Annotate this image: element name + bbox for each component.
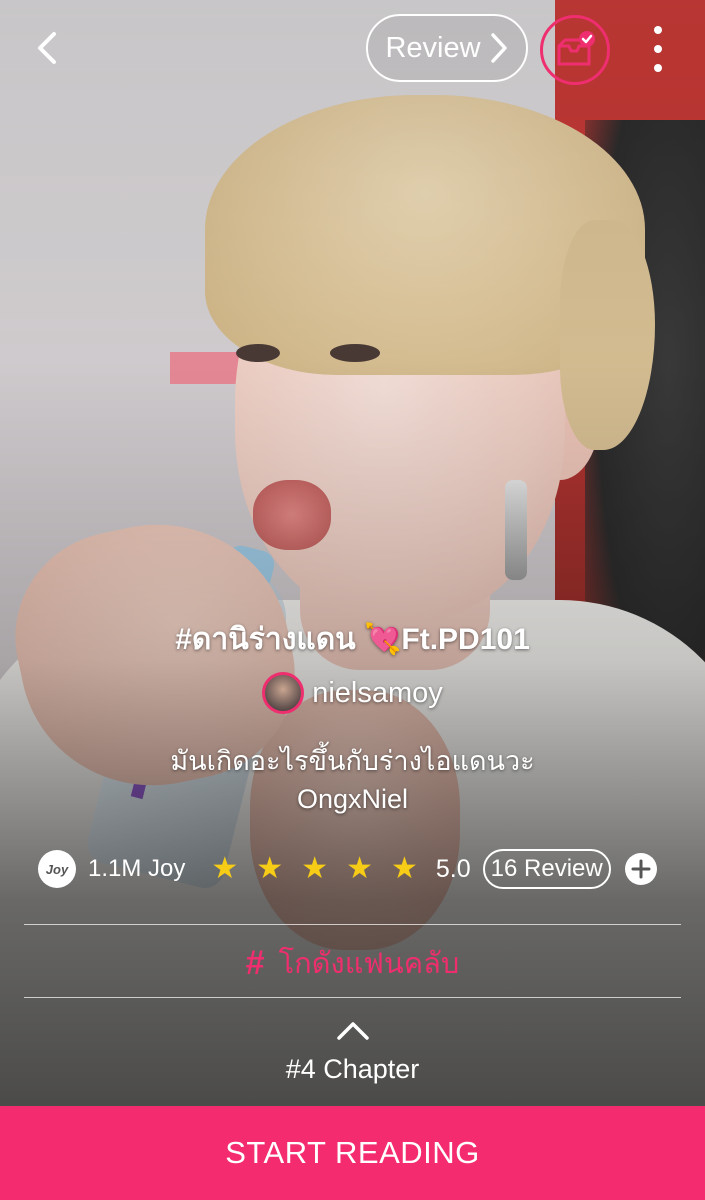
star-icon: ★: [346, 852, 373, 885]
tag-label: โกดังแฟนคลับ: [278, 948, 460, 980]
chevron-right-icon: [490, 33, 507, 63]
review-count-button[interactable]: 16 Review: [482, 849, 611, 889]
back-button[interactable]: [28, 28, 68, 68]
review-button[interactable]: Review: [366, 14, 528, 82]
library-check-icon: [557, 31, 595, 66]
author-name: nielsamoy: [312, 676, 443, 709]
plus-icon: [631, 859, 651, 879]
chapter-count: #4 Chapter: [285, 1054, 420, 1084]
author-link[interactable]: nielsamoy: [0, 672, 705, 714]
story-description: มันเกิดอะไรขึ้นกับร่างไอแดนวะ OngxNiel: [40, 742, 665, 818]
back-arrow-icon: [38, 32, 56, 64]
expand-chapters-button[interactable]: [335, 1018, 371, 1042]
description-line-1: มันเกิดอะไรขึ้นกับร่างไอแดนวะ: [170, 746, 535, 776]
chevron-up-icon: [337, 1022, 369, 1040]
add-review-button[interactable]: [624, 853, 657, 885]
review-button-label: Review: [385, 31, 481, 64]
star-icon: ★: [391, 852, 418, 885]
hashtag-icon: #: [245, 943, 265, 982]
more-vertical-icon: [654, 26, 662, 34]
divider: [24, 997, 681, 998]
story-title: #ดานิร่างแดน 💘Ft.PD101: [175, 623, 530, 656]
tag-link[interactable]: # โกดังแฟนคลับ: [0, 938, 705, 988]
rating-value: 5.0: [435, 854, 471, 883]
divider: [24, 924, 681, 925]
story-stats: Joy 1.1M Joy ★ ★ ★ ★ ★ 5.0 16 Review: [38, 846, 678, 892]
avatar: [262, 672, 305, 714]
story-detail-screen: Review #ดานิร่างแดน 💘Ft.PD101 nielsamoy …: [0, 0, 705, 1200]
joy-count: 1.1M Joy: [88, 855, 186, 882]
star-icon: ★: [211, 852, 239, 885]
start-reading-button[interactable]: START READING: [0, 1106, 705, 1200]
joy-icon: Joy: [38, 850, 76, 888]
more-options-button[interactable]: [640, 26, 676, 72]
star-icon: ★: [301, 852, 329, 885]
star-icon: ★: [256, 852, 284, 885]
add-to-library-button[interactable]: [540, 15, 610, 85]
star-rating: ★ ★ ★ ★ ★: [211, 854, 418, 884]
description-line-2: OngxNiel: [296, 784, 409, 814]
